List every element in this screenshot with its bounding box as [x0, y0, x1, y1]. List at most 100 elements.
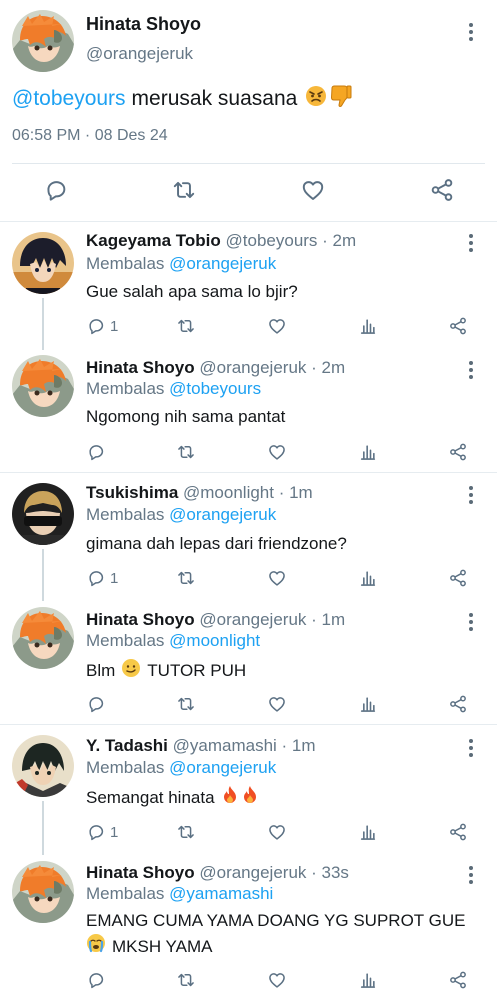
reply-tweet[interactable]: Tsukishima @moonlight · 1m Membalas @ora… — [0, 473, 497, 601]
main-tweet: Hinata Shoyo @orangejeruk @tobeyours mer… — [0, 0, 497, 222]
views-button[interactable] — [358, 821, 378, 843]
reply-header: Hinata Shoyo @orangejeruk · 2m — [86, 358, 345, 378]
avatar[interactable] — [12, 861, 74, 923]
like-button[interactable] — [267, 693, 287, 715]
views-icon — [358, 568, 378, 588]
avatar[interactable] — [12, 735, 74, 797]
share-icon — [448, 822, 468, 842]
reply-button[interactable]: 1 — [86, 821, 118, 843]
retweet-icon[interactable] — [171, 177, 197, 203]
more-options-icon[interactable] — [468, 23, 474, 41]
reply-text: Ngomong nih sama pantat — [86, 407, 286, 426]
share-button[interactable] — [448, 567, 468, 589]
views-button[interactable] — [358, 567, 378, 589]
reply-text: gimana dah lepas dari friendzone? — [86, 534, 347, 553]
retweet-button[interactable] — [176, 567, 196, 589]
like-button[interactable] — [267, 821, 287, 843]
retweet-button[interactable] — [176, 969, 196, 991]
reply-header: Kageyama Tobio @tobeyours · 2m — [86, 231, 356, 251]
reply-button[interactable]: 1 — [86, 567, 118, 589]
share-button[interactable] — [448, 969, 468, 991]
hinata-avatar-image — [12, 355, 74, 417]
share-icon — [448, 568, 468, 588]
reply-button[interactable] — [86, 969, 110, 991]
reply-count: 1 — [110, 823, 119, 841]
share-button[interactable] — [448, 315, 468, 337]
more-options-icon[interactable] — [468, 613, 474, 631]
reply-time: · 2m — [322, 231, 357, 250]
reply-text-line: MKSH YAMA — [86, 933, 486, 960]
avatar[interactable] — [12, 483, 74, 545]
more-options-icon[interactable] — [468, 234, 474, 252]
reply-button[interactable] — [86, 693, 110, 715]
fire-emoji — [241, 785, 259, 810]
hinata-avatar-image — [12, 10, 74, 72]
views-button[interactable] — [358, 693, 378, 715]
divider — [12, 163, 485, 164]
author-name[interactable]: Hinata Shoyo — [86, 863, 195, 882]
author-handle[interactable]: @orangejeruk — [86, 44, 193, 64]
reply-count: 1 — [110, 569, 119, 587]
more-options-icon[interactable] — [468, 361, 474, 379]
author-handle[interactable]: @orangejeruk — [199, 610, 306, 629]
retweet-button[interactable] — [176, 693, 196, 715]
reply-text: Blm TUTOR PUH — [86, 658, 246, 683]
share-button[interactable] — [448, 441, 468, 463]
share-button[interactable] — [448, 821, 468, 843]
replying-to-handle[interactable]: @yamamashi — [169, 884, 273, 903]
avatar[interactable] — [12, 607, 74, 669]
author-handle[interactable]: @orangejeruk — [199, 358, 306, 377]
reply-text-end: MKSH YAMA — [112, 936, 213, 956]
like-button[interactable] — [267, 969, 287, 991]
author-handle[interactable]: @yamamashi — [173, 736, 277, 755]
replying-to-handle[interactable]: @orangejeruk — [169, 505, 276, 524]
views-button[interactable] — [358, 441, 378, 463]
author-handle[interactable]: @orangejeruk — [199, 863, 306, 882]
avatar[interactable] — [12, 10, 74, 72]
like-button[interactable] — [267, 315, 287, 337]
author-name[interactable]: Hinata Shoyo — [86, 358, 195, 377]
views-button[interactable] — [358, 315, 378, 337]
avatar[interactable] — [12, 355, 74, 417]
replying-to-prefix: Membalas — [86, 758, 165, 777]
replying-to-handle[interactable]: @moonlight — [169, 631, 260, 650]
reply-icon[interactable] — [43, 177, 69, 203]
reply-tweet[interactable]: Hinata Shoyo @orangejeruk · 2m Membalas … — [0, 347, 497, 472]
like-button[interactable] — [267, 567, 287, 589]
retweet-button[interactable] — [176, 821, 196, 843]
like-button[interactable] — [267, 441, 287, 463]
mention-link[interactable]: @tobeyours — [12, 87, 126, 111]
author-handle[interactable]: @moonlight — [183, 483, 274, 502]
reply-button[interactable] — [86, 441, 110, 463]
angry-face-emoji — [305, 85, 327, 113]
replying-to-handle[interactable]: @tobeyours — [169, 379, 261, 398]
share-button[interactable] — [448, 693, 468, 715]
author-name[interactable]: Hinata Shoyo — [86, 610, 195, 629]
replying-to-handle[interactable]: @orangejeruk — [169, 758, 276, 777]
reply-tweet[interactable]: Hinata Shoyo @orangejeruk · 1m Membalas … — [0, 599, 497, 724]
author-name[interactable]: Kageyama Tobio — [86, 231, 221, 250]
retweet-button[interactable] — [176, 441, 196, 463]
views-button[interactable] — [358, 969, 378, 991]
replying-to-handle[interactable]: @orangejeruk — [169, 254, 276, 273]
smirk-face-emoji — [121, 658, 141, 683]
more-options-icon[interactable] — [468, 486, 474, 504]
reply-icon — [86, 694, 106, 714]
author-handle[interactable]: @tobeyours — [226, 231, 318, 250]
retweet-button[interactable] — [176, 315, 196, 337]
more-options-icon[interactable] — [468, 739, 474, 757]
share-icon[interactable] — [429, 177, 455, 203]
reply-tweet[interactable]: Kageyama Tobio @tobeyours · 2m Membalas … — [0, 222, 497, 350]
avatar[interactable] — [12, 232, 74, 294]
author-name[interactable]: Hinata Shoyo — [86, 14, 201, 35]
reply-tweet[interactable]: Hinata Shoyo @orangejeruk · 33s Membalas… — [0, 852, 497, 1000]
like-icon — [267, 316, 287, 336]
reply-text-line: EMANG CUMA YAMA DOANG YG SUPROT GUE — [86, 911, 466, 930]
author-name[interactable]: Y. Tadashi — [86, 736, 168, 755]
like-icon[interactable] — [300, 177, 326, 203]
more-options-icon[interactable] — [468, 866, 474, 884]
reply-tweet[interactable]: Y. Tadashi @yamamashi · 1m Membalas @ora… — [0, 725, 497, 855]
author-name[interactable]: Tsukishima — [86, 483, 178, 502]
reply-button[interactable]: 1 — [86, 315, 118, 337]
retweet-icon — [176, 316, 196, 336]
